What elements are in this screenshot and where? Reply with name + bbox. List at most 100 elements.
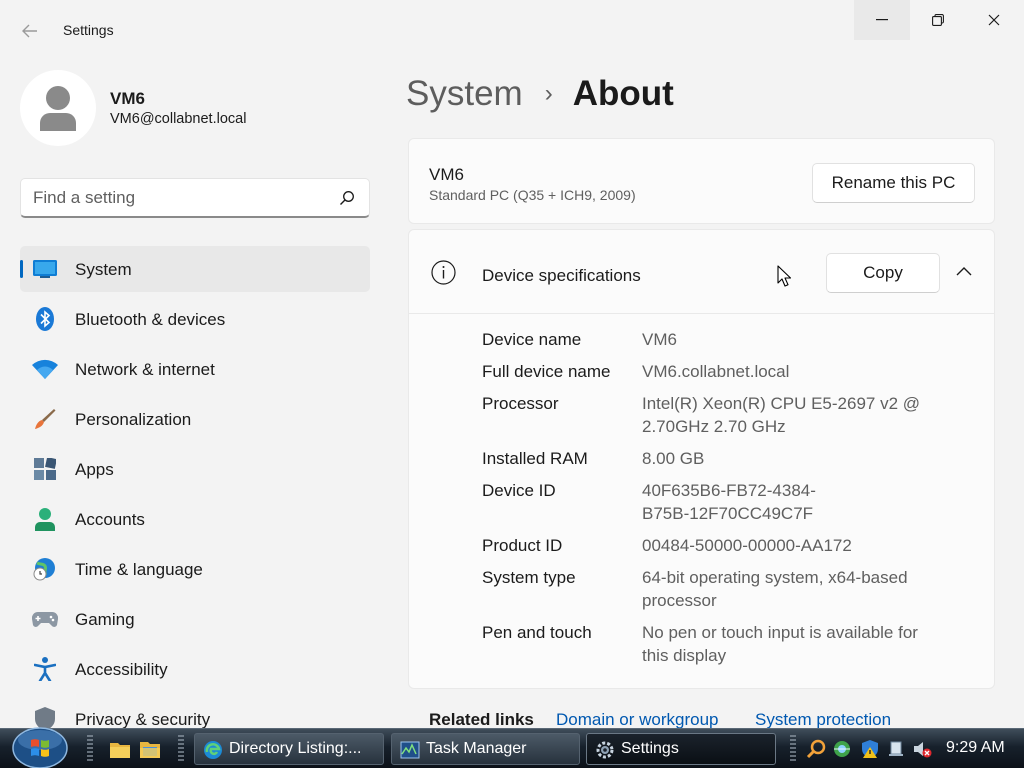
action-center-icon[interactable] [860, 739, 880, 759]
search-tray-icon[interactable] [806, 739, 826, 759]
task-label: Settings [621, 740, 679, 757]
spec-label: Full device name [482, 362, 611, 381]
task-directory-listing[interactable]: Directory Listing:... [194, 733, 384, 765]
taskbar-clock[interactable]: 9:29 AM [946, 739, 1005, 757]
device-specifications-title: Device specifications [482, 266, 641, 285]
sidebar-item-label: Network & internet [75, 360, 215, 379]
spec-value: VM6.collabnet.local [642, 362, 790, 381]
chevron-up-icon[interactable] [955, 265, 973, 277]
system-icon [32, 257, 58, 281]
task-label: Directory Listing:... [229, 740, 362, 757]
copy-button[interactable]: Copy [826, 253, 940, 293]
task-manager-icon [400, 741, 420, 759]
user-avatar-icon [40, 86, 76, 131]
task-label: Task Manager [426, 740, 527, 757]
pc-name-card: VM6 Standard PC (Q35 + ICH9, 2009) Renam… [408, 138, 995, 224]
app-title: Settings [63, 22, 114, 38]
sidebar-item-apps[interactable]: Apps [20, 446, 370, 492]
minimize-icon [876, 19, 888, 21]
back-arrow-icon [22, 24, 37, 38]
spec-value: 8.00 GB [642, 449, 705, 468]
spec-value: 64-bit operating system, x64-based proce… [642, 568, 908, 610]
windows-logo-icon [12, 727, 68, 768]
taskbar-grip[interactable] [178, 735, 184, 763]
spec-label: Device ID [482, 481, 556, 500]
sidebar-item-time-language[interactable]: Time & language [20, 546, 370, 592]
task-task-manager[interactable]: Task Manager [391, 733, 580, 765]
user-email: VM6@collabnet.local [110, 111, 247, 127]
link-system-protection[interactable]: System protection [755, 710, 891, 730]
sidebar-item-label: Gaming [75, 610, 135, 629]
restore-button[interactable] [910, 0, 966, 40]
volume-muted-icon[interactable] [912, 739, 932, 759]
sidebar-item-label: Bluetooth & devices [75, 310, 226, 329]
avatar[interactable] [20, 70, 96, 146]
edge-icon [204, 741, 222, 759]
apps-icon [32, 457, 58, 481]
user-name: VM6 [110, 89, 145, 108]
minimize-button[interactable] [854, 0, 910, 40]
sidebar-item-accounts[interactable]: Accounts [20, 496, 370, 542]
sidebar-item-label: Privacy & security [75, 710, 211, 729]
gamepad-icon [32, 607, 58, 631]
taskbar-grip[interactable] [87, 735, 93, 763]
pc-name: VM6 [429, 165, 464, 184]
taskbar-grip[interactable] [790, 735, 796, 763]
spec-label: Installed RAM [482, 449, 588, 468]
spec-label: Pen and touch [482, 623, 592, 642]
accessibility-icon [32, 657, 58, 681]
display-tray-icon[interactable] [886, 739, 906, 759]
spec-label: Product ID [482, 536, 563, 555]
spec-label: Processor [482, 394, 559, 413]
title-bar: Settings [0, 0, 1024, 58]
sidebar-nav: System Bluetooth & devices Network & int… [20, 246, 370, 746]
settings-gear-icon [596, 741, 614, 759]
info-icon [431, 260, 456, 285]
sidebar-item-label: Time & language [75, 560, 203, 579]
back-button[interactable] [16, 18, 44, 44]
device-specifications-card: Device specifications Copy Device name V… [408, 229, 995, 689]
rename-pc-button[interactable]: Rename this PC [812, 163, 975, 203]
spec-value: 40F635B6-FB72-4384- B75B-12F70CC49C7F [642, 481, 816, 523]
sidebar-item-network[interactable]: Network & internet [20, 346, 370, 392]
network-tray-icon[interactable] [832, 739, 852, 759]
restore-icon [932, 14, 944, 26]
link-domain-or-workgroup[interactable]: Domain or workgroup [556, 710, 719, 730]
sidebar-item-accessibility[interactable]: Accessibility [20, 646, 370, 692]
globe-clock-icon [32, 557, 58, 581]
sidebar-item-bluetooth[interactable]: Bluetooth & devices [20, 296, 370, 342]
sidebar-item-label: Apps [75, 460, 114, 479]
taskbar: Directory Listing:... Task Manager Setti… [0, 726, 1024, 768]
sidebar-item-system[interactable]: System [20, 246, 370, 292]
brush-icon [32, 407, 58, 431]
search-icon[interactable] [339, 190, 355, 206]
start-button[interactable] [10, 726, 70, 768]
breadcrumb-parent[interactable]: System [406, 74, 523, 114]
pc-model: Standard PC (Q35 + ICH9, 2009) [429, 187, 636, 203]
close-button[interactable] [966, 0, 1022, 40]
related-links-title: Related links [429, 710, 534, 729]
breadcrumb-separator: › [544, 80, 553, 107]
search-box[interactable] [20, 178, 370, 218]
related-links: Related links Domain or workgroup System… [408, 696, 995, 730]
folder-icon[interactable] [109, 739, 131, 759]
file-explorer-icon[interactable] [139, 739, 161, 759]
wifi-icon [32, 357, 58, 381]
sidebar-item-label: Accounts [75, 510, 145, 529]
spec-label: Device name [482, 330, 582, 349]
sidebar-item-label: Personalization [75, 410, 192, 429]
sidebar-item-label: Accessibility [75, 660, 168, 679]
spec-value: 00484-50000-00000-AA172 [642, 536, 852, 555]
search-input[interactable] [33, 187, 323, 209]
sidebar-item-gaming[interactable]: Gaming [20, 596, 370, 642]
sidebar-item-personalization[interactable]: Personalization [20, 396, 370, 442]
mouse-cursor-icon [777, 265, 791, 287]
sidebar-item-label: System [75, 260, 132, 279]
device-specifications-header[interactable]: Device specifications Copy [409, 230, 994, 314]
person-icon [32, 507, 58, 531]
task-settings[interactable]: Settings [586, 733, 776, 765]
close-icon [988, 14, 1000, 26]
bluetooth-icon [32, 307, 58, 331]
spec-value: No pen or touch input is available for t… [642, 623, 918, 665]
page-title: About [572, 74, 674, 113]
